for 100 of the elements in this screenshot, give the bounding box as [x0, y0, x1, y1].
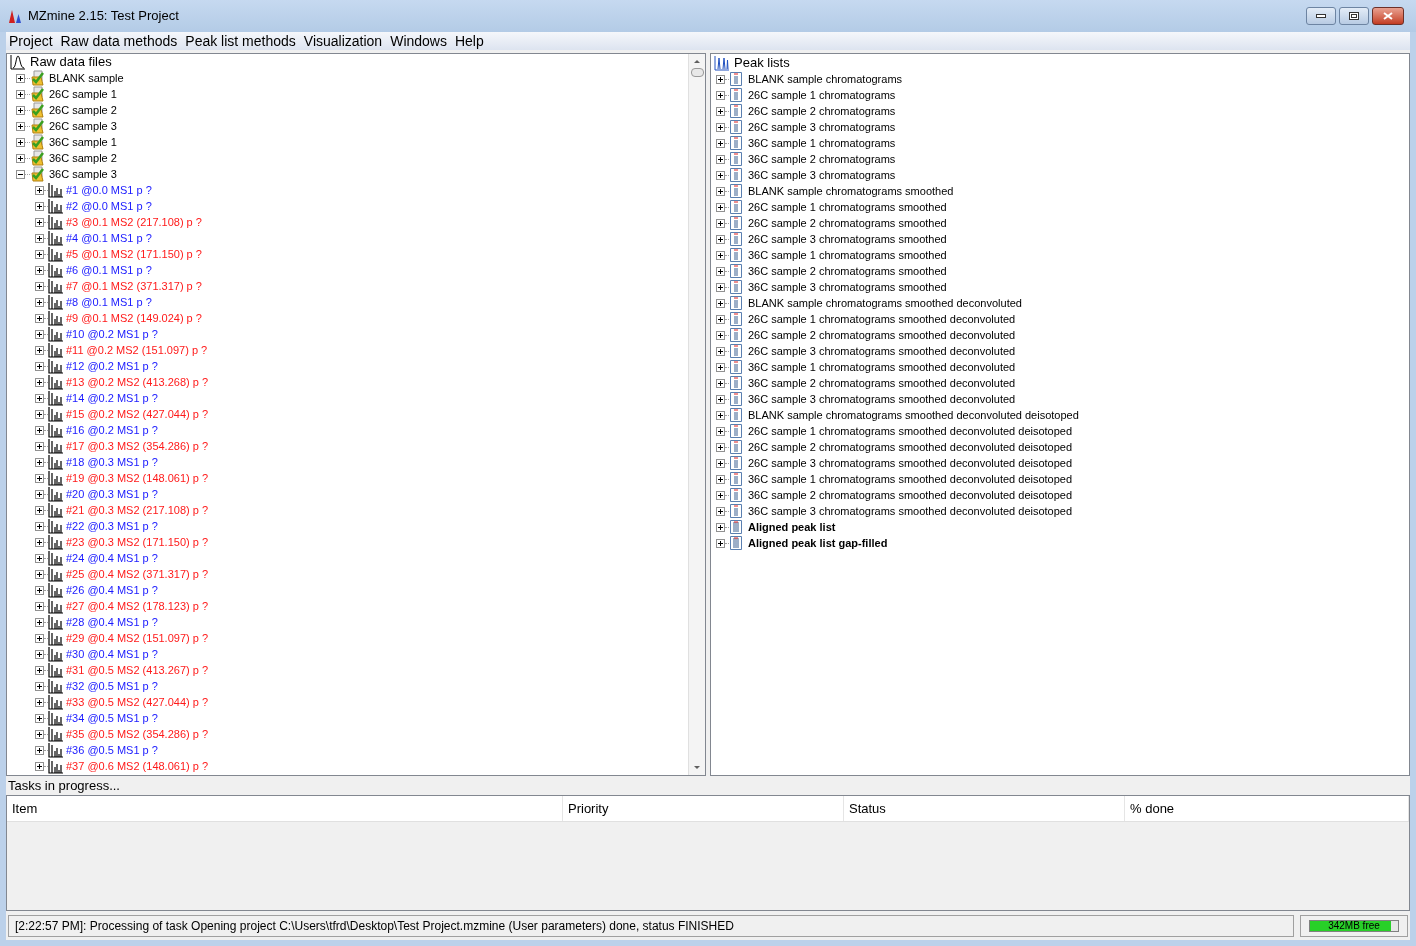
expand-icon[interactable]: [716, 522, 725, 532]
expand-icon[interactable]: [716, 410, 725, 420]
peak-list-item[interactable]: 36C sample 1 chromatograms smoothed: [748, 246, 947, 264]
expand-icon[interactable]: [716, 106, 725, 116]
expand-icon[interactable]: [35, 393, 44, 403]
peak-list-item[interactable]: BLANK sample chromatograms: [748, 70, 903, 88]
expand-icon[interactable]: [35, 361, 44, 371]
peak-list-item[interactable]: 36C sample 2 chromatograms smoothed deconvoluted: [748, 374, 1016, 392]
menu-item[interactable]: Windows: [387, 30, 450, 52]
expand-icon[interactable]: [716, 138, 725, 148]
scan-item[interactable]: #9 @0.1 MS2 (149.024) p ?: [66, 309, 202, 327]
peak-list-item[interactable]: 36C sample 2 chromatograms: [748, 150, 896, 168]
menu-item[interactable]: Help: [451, 30, 487, 52]
scan-item[interactable]: #15 @0.2 MS2 (427.044) p ?: [66, 405, 209, 423]
minimize-button[interactable]: [1306, 7, 1336, 25]
expand-icon[interactable]: [716, 250, 725, 260]
collapse-icon[interactable]: [16, 169, 25, 179]
menu-item[interactable]: Peak list methods: [182, 30, 299, 52]
peak-list-item[interactable]: 36C sample 1 chromatograms: [748, 134, 896, 152]
expand-icon[interactable]: [35, 297, 44, 307]
expand-icon[interactable]: [35, 441, 44, 451]
scan-item[interactable]: #7 @0.1 MS2 (371.317) p ?: [66, 277, 202, 295]
peak-list-item[interactable]: 36C sample 2 chromatograms smoothed: [748, 262, 947, 280]
expand-icon[interactable]: [716, 122, 725, 132]
scan-item[interactable]: #16 @0.2 MS1 p ?: [66, 421, 158, 439]
expand-icon[interactable]: [35, 201, 44, 211]
peak-list-item[interactable]: Aligned peak list: [748, 518, 836, 536]
peak-list-item[interactable]: 26C sample 3 chromatograms smoothed deconvoluted deisotoped: [748, 454, 1073, 472]
peak-list-item[interactable]: 26C sample 1 chromatograms: [748, 86, 896, 104]
expand-icon[interactable]: [16, 153, 25, 163]
expand-icon[interactable]: [716, 298, 725, 308]
tree-item[interactable]: BLANK sample: [49, 69, 124, 87]
expand-icon[interactable]: [716, 394, 725, 404]
tree-item[interactable]: 36C sample 2: [49, 149, 117, 167]
expand-icon[interactable]: [716, 458, 725, 468]
scan-item[interactable]: #24 @0.4 MS1 p ?: [66, 549, 158, 567]
scan-item[interactable]: #36 @0.5 MS1 p ?: [66, 741, 158, 759]
expand-icon[interactable]: [716, 330, 725, 340]
expand-icon[interactable]: [35, 521, 44, 531]
scan-item[interactable]: #32 @0.5 MS1 p ?: [66, 677, 158, 695]
expand-icon[interactable]: [716, 346, 725, 356]
vertical-scrollbar[interactable]: [688, 54, 705, 775]
expand-icon[interactable]: [35, 505, 44, 515]
peak-list-item[interactable]: 36C sample 1 chromatograms smoothed deconvoluted deisotoped: [748, 470, 1073, 488]
tree-item[interactable]: 36C sample 3: [49, 165, 117, 183]
expand-icon[interactable]: [35, 345, 44, 355]
expand-icon[interactable]: [35, 713, 44, 723]
scan-item[interactable]: #21 @0.3 MS2 (217.108) p ?: [66, 501, 209, 519]
expand-icon[interactable]: [716, 282, 725, 292]
scan-item[interactable]: #4 @0.1 MS1 p ?: [66, 229, 152, 247]
scan-item[interactable]: #29 @0.4 MS2 (151.097) p ?: [66, 629, 209, 647]
peak-list-item[interactable]: BLANK sample chromatograms smoothed deconvoluted deisotoped: [748, 406, 1079, 424]
expand-icon[interactable]: [35, 185, 44, 195]
expand-icon[interactable]: [35, 425, 44, 435]
peak-list-item[interactable]: 26C sample 3 chromatograms smoothed: [748, 230, 947, 248]
expand-icon[interactable]: [35, 489, 44, 499]
peak-list-item[interactable]: 36C sample 3 chromatograms smoothed: [748, 278, 947, 296]
peak-list-item[interactable]: 26C sample 3 chromatograms smoothed deconvoluted: [748, 342, 1016, 360]
scan-item[interactable]: #33 @0.5 MS2 (427.044) p ?: [66, 693, 209, 711]
scan-item[interactable]: #20 @0.3 MS1 p ?: [66, 485, 158, 503]
expand-icon[interactable]: [716, 90, 725, 100]
expand-icon[interactable]: [716, 266, 725, 276]
peak-list-item[interactable]: 36C sample 3 chromatograms smoothed deconvoluted: [748, 390, 1016, 408]
expand-icon[interactable]: [716, 442, 725, 452]
scan-item[interactable]: #34 @0.5 MS1 p ?: [66, 709, 158, 727]
expand-icon[interactable]: [716, 506, 725, 516]
scan-item[interactable]: #31 @0.5 MS2 (413.267) p ?: [66, 661, 209, 679]
scan-item[interactable]: #8 @0.1 MS1 p ?: [66, 293, 152, 311]
peak-list-item[interactable]: 36C sample 1 chromatograms smoothed deconvoluted: [748, 358, 1016, 376]
expand-icon[interactable]: [35, 265, 44, 275]
scan-item[interactable]: #35 @0.5 MS2 (354.286) p ?: [66, 725, 209, 743]
peak-list-item[interactable]: 26C sample 2 chromatograms smoothed deconvoluted: [748, 326, 1016, 344]
scan-item[interactable]: #2 @0.0 MS1 p ?: [66, 197, 152, 215]
scan-item[interactable]: #37 @0.6 MS2 (148.061) p ?: [66, 757, 209, 775]
expand-icon[interactable]: [35, 313, 44, 323]
expand-icon[interactable]: [716, 202, 725, 212]
expand-icon[interactable]: [35, 585, 44, 595]
expand-icon[interactable]: [35, 697, 44, 707]
expand-icon[interactable]: [716, 154, 725, 164]
expand-icon[interactable]: [35, 329, 44, 339]
column-header[interactable]: Priority: [563, 796, 844, 821]
peak-list-item[interactable]: 26C sample 2 chromatograms: [748, 102, 896, 120]
expand-icon[interactable]: [35, 601, 44, 611]
scan-item[interactable]: #11 @0.2 MS2 (151.097) p ?: [66, 341, 208, 359]
tree-item[interactable]: 26C sample 2: [49, 101, 117, 119]
expand-icon[interactable]: [35, 681, 44, 691]
peak-list-item[interactable]: 26C sample 1 chromatograms smoothed deconvoluted deisotoped: [748, 422, 1073, 440]
menu-item[interactable]: Visualization: [300, 30, 386, 52]
scan-item[interactable]: #10 @0.2 MS1 p ?: [66, 325, 158, 343]
expand-icon[interactable]: [716, 474, 725, 484]
restore-button[interactable]: [1339, 7, 1369, 25]
peak-list-item[interactable]: 36C sample 2 chromatograms smoothed deconvoluted deisotoped: [748, 486, 1073, 504]
expand-icon[interactable]: [35, 377, 44, 387]
scan-item[interactable]: #25 @0.4 MS2 (371.317) p ?: [66, 565, 209, 583]
expand-icon[interactable]: [35, 617, 44, 627]
expand-icon[interactable]: [35, 649, 44, 659]
scan-item[interactable]: #28 @0.4 MS1 p ?: [66, 613, 158, 631]
expand-icon[interactable]: [35, 745, 44, 755]
expand-icon[interactable]: [716, 314, 725, 324]
peak-list-item[interactable]: BLANK sample chromatograms smoothed deconvoluted: [748, 294, 1022, 312]
